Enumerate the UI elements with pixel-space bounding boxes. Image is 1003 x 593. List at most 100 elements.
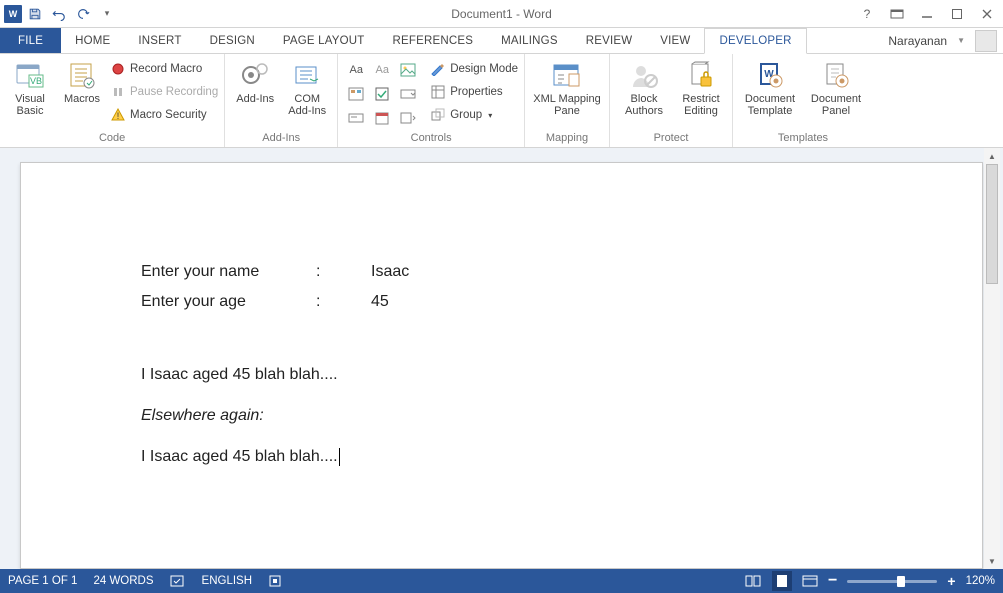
minimize-button[interactable] (915, 3, 939, 25)
chevron-down-icon[interactable]: ▼ (957, 36, 965, 45)
control-checkbox-icon[interactable] (370, 83, 394, 105)
control-richtext-icon[interactable]: Aa (344, 59, 368, 81)
paragraph-3: I Isaac aged 45 blah blah.... (141, 443, 862, 470)
control-datepicker-icon[interactable] (370, 107, 394, 129)
tab-insert[interactable]: INSERT (124, 28, 195, 53)
document-template-icon: W (754, 59, 786, 91)
tab-file[interactable]: FILE (0, 28, 61, 53)
visual-basic-icon: VB (14, 59, 46, 91)
age-value: 45 (371, 293, 389, 311)
control-picture-icon[interactable] (396, 59, 420, 81)
group-icon (430, 107, 446, 123)
read-mode-icon[interactable] (744, 574, 762, 588)
group-templates: W Document Template Document Panel Templ… (733, 54, 873, 147)
scroll-down-icon[interactable]: ▼ (984, 553, 1000, 569)
tab-design[interactable]: DESIGN (196, 28, 269, 53)
xml-mapping-button[interactable]: XML Mapping Pane (531, 57, 603, 117)
scroll-up-icon[interactable]: ▲ (984, 148, 1000, 164)
quick-access-toolbar: W ▾ (0, 3, 118, 25)
restrict-editing-button[interactable]: Restrict Editing (676, 57, 726, 117)
document-panel-icon (820, 59, 852, 91)
paragraph-1: I Isaac aged 45 blah blah.... (141, 361, 862, 388)
macros-icon (66, 59, 98, 91)
restrict-editing-icon (685, 59, 717, 91)
warning-icon: ! (110, 107, 126, 123)
document-page[interactable]: Enter your name : Isaac Enter your age :… (20, 162, 983, 569)
name-label: Enter your name (141, 263, 316, 281)
record-macro-button[interactable]: Record Macro (110, 59, 218, 79)
web-layout-icon[interactable] (802, 574, 818, 588)
controls-gallery: Aa Aa (344, 57, 420, 129)
group-controls: Aa Aa Design Mode Properties Group▾ Cont… (338, 54, 525, 147)
pause-recording-button: Pause Recording (110, 82, 218, 102)
macros-button[interactable]: Macros (58, 57, 106, 105)
ribbon: VB Visual Basic Macros Record Macro Paus… (0, 54, 1003, 148)
control-dropdown-icon[interactable] (344, 107, 368, 129)
control-legacy-icon[interactable] (396, 107, 420, 129)
com-addins-icon (291, 59, 323, 91)
help-icon[interactable]: ? (855, 3, 879, 25)
word-app-icon[interactable]: W (4, 5, 22, 23)
group-controls-button[interactable]: Group▾ (430, 105, 518, 125)
paragraph-2: Elsewhere again: (141, 402, 862, 429)
close-button[interactable] (975, 3, 999, 25)
document-template-button[interactable]: W Document Template (739, 57, 801, 117)
addins-button[interactable]: Add-Ins (231, 57, 279, 105)
macro-security-button[interactable]: !Macro Security (110, 105, 218, 125)
macro-status-icon[interactable] (268, 574, 282, 588)
maximize-button[interactable] (945, 3, 969, 25)
save-button[interactable] (24, 3, 46, 25)
control-combobox-icon[interactable] (396, 83, 420, 105)
title-bar: W ▾ Document1 - Word ? (0, 0, 1003, 28)
design-mode-icon (430, 61, 446, 77)
print-layout-icon[interactable] (772, 571, 792, 591)
form-row-age: Enter your age : 45 (141, 293, 862, 311)
title-controls: ? (855, 3, 999, 25)
user-name[interactable]: Narayanan (888, 34, 947, 48)
svg-text:VB: VB (30, 76, 42, 86)
tab-references[interactable]: REFERENCES (379, 28, 488, 53)
document-workspace: Enter your name : Isaac Enter your age :… (0, 148, 1003, 569)
svg-text:!: ! (117, 111, 120, 121)
qat-customize-icon[interactable]: ▾ (96, 3, 118, 25)
spellcheck-icon[interactable] (170, 574, 186, 588)
xml-mapping-icon (551, 59, 583, 91)
visual-basic-button[interactable]: VB Visual Basic (6, 57, 54, 117)
zoom-thumb[interactable] (897, 576, 905, 587)
zoom-out-button[interactable]: − (828, 572, 837, 590)
colon: : (316, 263, 371, 281)
block-authors-icon (628, 59, 660, 91)
tab-review[interactable]: REVIEW (572, 28, 647, 53)
tab-home[interactable]: HOME (61, 28, 124, 53)
vertical-scrollbar[interactable]: ▲ ▼ (984, 148, 1000, 569)
ribbon-display-icon[interactable] (885, 3, 909, 25)
zoom-level[interactable]: 120% (966, 575, 995, 587)
design-mode-button[interactable]: Design Mode (430, 59, 518, 79)
scroll-thumb[interactable] (986, 164, 998, 284)
record-icon (110, 61, 126, 77)
word-count[interactable]: 24 WORDS (93, 575, 153, 587)
tab-mailings[interactable]: MAILINGS (487, 28, 572, 53)
control-buildingblock-icon[interactable] (344, 83, 368, 105)
redo-button[interactable] (72, 3, 94, 25)
language-indicator[interactable]: ENGLISH (202, 575, 253, 587)
com-addins-button[interactable]: COM Add-Ins (283, 57, 331, 117)
text-cursor (339, 448, 340, 466)
tab-developer[interactable]: DEVELOPER (704, 28, 806, 54)
page-indicator[interactable]: PAGE 1 OF 1 (8, 575, 77, 587)
block-authors-button: Block Authors (616, 57, 672, 117)
undo-button[interactable] (48, 3, 70, 25)
status-bar: PAGE 1 OF 1 24 WORDS ENGLISH − + 120% (0, 569, 1003, 593)
group-mapping: XML Mapping Pane Mapping (525, 54, 610, 147)
tab-view[interactable]: VIEW (646, 28, 704, 53)
control-plaintext-icon[interactable]: Aa (370, 59, 394, 81)
window-title: Document1 - Word (451, 7, 551, 21)
properties-icon (430, 84, 446, 100)
document-panel-button[interactable]: Document Panel (805, 57, 867, 117)
zoom-slider[interactable] (847, 580, 937, 583)
scroll-track[interactable] (984, 164, 1000, 553)
user-avatar[interactable] (975, 30, 997, 52)
properties-button[interactable]: Properties (430, 82, 518, 102)
tab-page-layout[interactable]: PAGE LAYOUT (269, 28, 379, 53)
zoom-in-button[interactable]: + (947, 573, 955, 589)
